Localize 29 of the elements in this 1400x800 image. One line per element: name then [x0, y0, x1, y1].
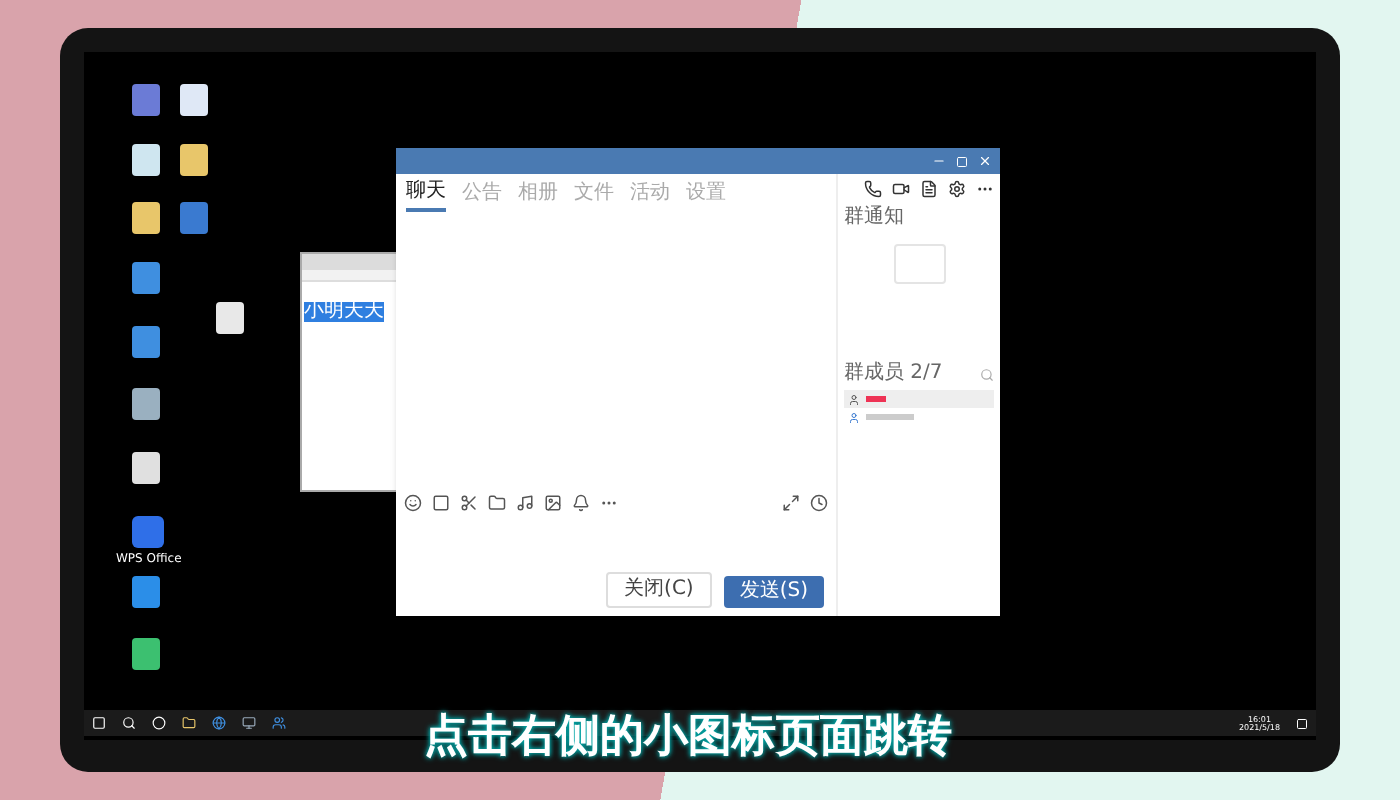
phone-icon[interactable] — [864, 180, 882, 198]
music-icon[interactable] — [516, 493, 534, 511]
tab[interactable]: 文件 — [574, 182, 614, 212]
circle-icon[interactable] — [152, 716, 166, 730]
tab[interactable]: 公告 — [462, 182, 502, 212]
image-icon[interactable] — [544, 493, 562, 511]
settings-icon[interactable] — [948, 180, 966, 198]
panel-heading: 群成员 2/7 — [844, 364, 943, 384]
close-button[interactable]: 关闭(C) — [606, 572, 712, 608]
chat-app-icon[interactable] — [272, 716, 286, 730]
tab[interactable]: 聊天 — [406, 182, 446, 212]
tab[interactable]: 相册 — [518, 182, 558, 212]
history-icon[interactable] — [810, 493, 828, 511]
bell-icon[interactable] — [572, 493, 590, 511]
avatar-icon — [848, 411, 860, 423]
empty-notice-drawing — [893, 244, 945, 284]
member-row[interactable] — [844, 390, 994, 408]
send-button[interactable]: 发送(S) — [723, 576, 824, 608]
close-icon[interactable] — [978, 154, 992, 168]
video-subtitle: 点击右侧的小图标页面跳转 — [424, 716, 952, 760]
tab[interactable]: 活动 — [630, 182, 670, 212]
panel-heading: 群通知 — [844, 208, 906, 228]
tab[interactable]: 设置 — [686, 182, 726, 212]
emoji-icon[interactable] — [404, 493, 422, 511]
maximize-icon[interactable] — [956, 155, 968, 167]
expand-icon[interactable] — [782, 493, 800, 511]
avatar-icon — [848, 393, 860, 405]
scissors-icon[interactable] — [460, 493, 478, 511]
video-icon[interactable] — [892, 180, 910, 198]
